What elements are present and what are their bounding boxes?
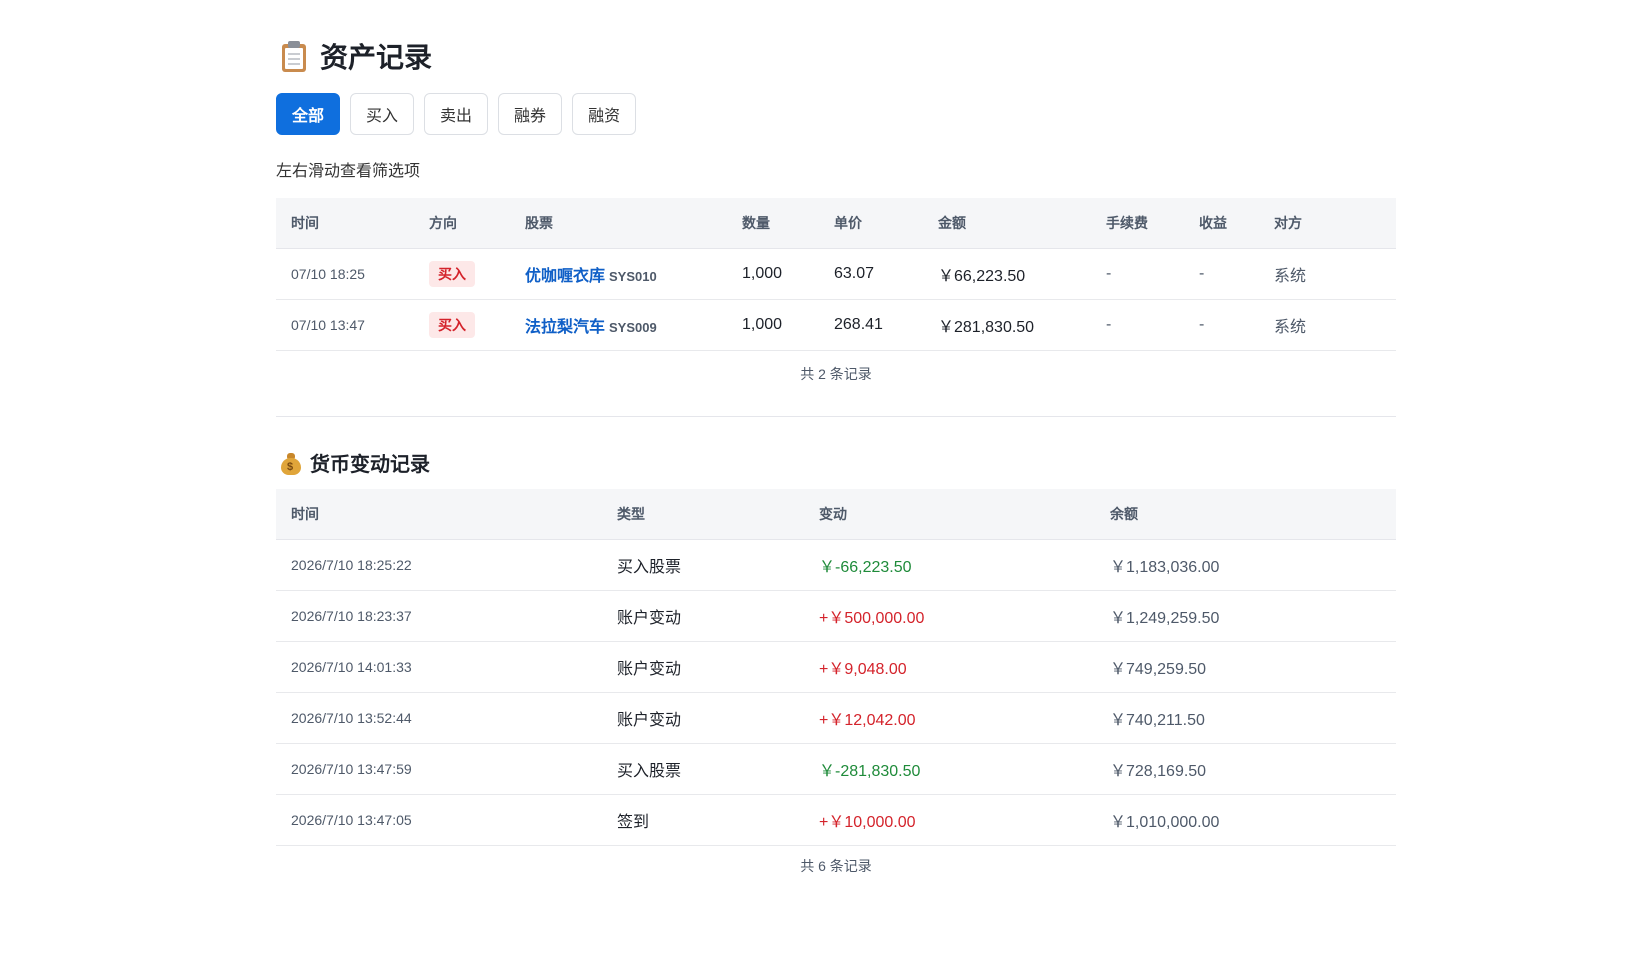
asset-table: 时间 方向 股票 数量 单价 金额 手续费 收益 对方 07/10 18:25 … (276, 198, 1396, 351)
row-time: 07/10 13:47 (276, 299, 414, 351)
direction-badge: 买入 (429, 311, 475, 338)
stock-name-link[interactable]: 优咖喱衣库 (525, 268, 605, 285)
row-price: 268.41 (819, 299, 923, 351)
clipboard-icon (280, 40, 308, 72)
row-quantity: 1,000 (727, 248, 819, 300)
row-change: +￥12,042.00 (804, 692, 1095, 744)
table-row: 2026/7/10 13:47:59 买入股票 ￥-281,830.50 ￥72… (276, 743, 1396, 795)
row-stock[interactable]: 优咖喱衣库 SYS010 (510, 248, 727, 300)
money-bag-icon: $ (280, 451, 302, 475)
tab-buy[interactable]: 买入 (350, 93, 415, 135)
col-amount: 金额 (923, 198, 1091, 249)
row-time: 2026/7/10 18:23:37 (276, 590, 602, 642)
row-profit: - (1184, 299, 1259, 351)
asset-table-header: 时间 方向 股票 数量 单价 金额 手续费 收益 对方 (276, 198, 1396, 249)
col-type: 类型 (602, 489, 804, 540)
col-fee: 手续费 (1091, 198, 1184, 249)
row-type: 买入股票 (602, 743, 804, 795)
row-fee: - (1091, 248, 1184, 300)
money-section-title: $ 货币变动记录 (280, 448, 430, 477)
tab-short-sell[interactable]: 融券 (498, 93, 563, 135)
row-time: 07/10 18:25 (276, 248, 414, 300)
asset-record-count: 共 2 条记录 (800, 366, 872, 382)
tab-sell[interactable]: 卖出 (424, 93, 489, 135)
row-time: 2026/7/10 13:47:05 (276, 794, 602, 846)
money-record-count: 共 6 条记录 (800, 858, 872, 874)
row-profit: - (1184, 248, 1259, 300)
col-counterparty: 对方 (1259, 198, 1396, 249)
row-direction: 买入 (414, 299, 510, 351)
table-row: 2026/7/10 13:52:44 账户变动 +￥12,042.00 ￥740… (276, 692, 1396, 744)
money-table: 时间 类型 变动 余额 2026/7/10 18:25:22 买入股票 ￥-66… (276, 489, 1396, 846)
col-time: 时间 (276, 489, 602, 540)
row-balance: ￥740,211.50 (1095, 692, 1396, 744)
tab-all[interactable]: 全部 (276, 93, 341, 135)
section-divider (276, 416, 1396, 417)
row-price: 63.07 (819, 248, 923, 300)
row-type: 账户变动 (602, 590, 804, 642)
row-amount: ￥281,830.50 (923, 299, 1091, 351)
row-time: 2026/7/10 13:47:59 (276, 743, 602, 795)
row-balance: ￥1,010,000.00 (1095, 794, 1396, 846)
money-table-header: 时间 类型 变动 余额 (276, 489, 1396, 540)
col-price: 单价 (819, 198, 923, 249)
row-time: 2026/7/10 18:25:22 (276, 539, 602, 591)
row-stock[interactable]: 法拉梨汽车 SYS009 (510, 299, 727, 351)
col-direction: 方向 (414, 198, 510, 249)
row-type: 账户变动 (602, 692, 804, 744)
row-fee: - (1091, 299, 1184, 351)
row-quantity: 1,000 (727, 299, 819, 351)
row-counterparty: 系统 (1259, 248, 1396, 300)
stock-code: SYS009 (609, 319, 657, 335)
row-counterparty: 系统 (1259, 299, 1396, 351)
row-change: +￥10,000.00 (804, 794, 1095, 846)
table-row: 07/10 18:25 买入 优咖喱衣库 SYS010 1,000 63.07 ￥… (276, 248, 1396, 300)
row-amount: ￥66,223.50 (923, 248, 1091, 300)
row-balance: ￥749,259.50 (1095, 641, 1396, 693)
stock-code: SYS010 (609, 268, 657, 284)
page-title: 资产记录 (280, 36, 432, 76)
row-change: ￥-281,830.50 (804, 743, 1095, 795)
col-time: 时间 (276, 198, 414, 249)
row-time: 2026/7/10 14:01:33 (276, 641, 602, 693)
scroll-hint: 左右滑动查看筛选项 (276, 163, 421, 180)
table-row: 07/10 13:47 买入 法拉梨汽车 SYS009 1,000 268.41 … (276, 299, 1396, 351)
col-balance: 余额 (1095, 489, 1396, 540)
row-change: +￥9,048.00 (804, 641, 1095, 693)
row-balance: ￥1,249,259.50 (1095, 590, 1396, 642)
stock-name-link[interactable]: 法拉梨汽车 (525, 319, 605, 336)
row-direction: 买入 (414, 248, 510, 300)
col-stock: 股票 (510, 198, 727, 249)
col-change: 变动 (804, 489, 1095, 540)
direction-badge: 买入 (429, 260, 475, 287)
row-change: +￥500,000.00 (804, 590, 1095, 642)
row-type: 签到 (602, 794, 804, 846)
row-type: 买入股票 (602, 539, 804, 591)
row-time: 2026/7/10 13:52:44 (276, 692, 602, 744)
table-row: 2026/7/10 18:25:22 买入股票 ￥-66,223.50 ￥1,1… (276, 539, 1396, 591)
table-row: 2026/7/10 13:47:05 签到 +￥10,000.00 ￥1,010… (276, 794, 1396, 846)
row-balance: ￥1,183,036.00 (1095, 539, 1396, 591)
col-profit: 收益 (1184, 198, 1259, 249)
row-balance: ￥728,169.50 (1095, 743, 1396, 795)
money-title-text: 货币变动记录 (310, 454, 430, 476)
filter-tabs: 全部 买入 卖出 融券 融资 (276, 93, 637, 135)
tab-margin[interactable]: 融资 (572, 93, 637, 135)
table-row: 2026/7/10 14:01:33 账户变动 +￥9,048.00 ￥749,… (276, 641, 1396, 693)
row-type: 账户变动 (602, 641, 804, 693)
row-change: ￥-66,223.50 (804, 539, 1095, 591)
asset-title-text: 资产记录 (320, 42, 433, 73)
table-row: 2026/7/10 18:23:37 账户变动 +￥500,000.00 ￥1,… (276, 590, 1396, 642)
col-quantity: 数量 (727, 198, 819, 249)
